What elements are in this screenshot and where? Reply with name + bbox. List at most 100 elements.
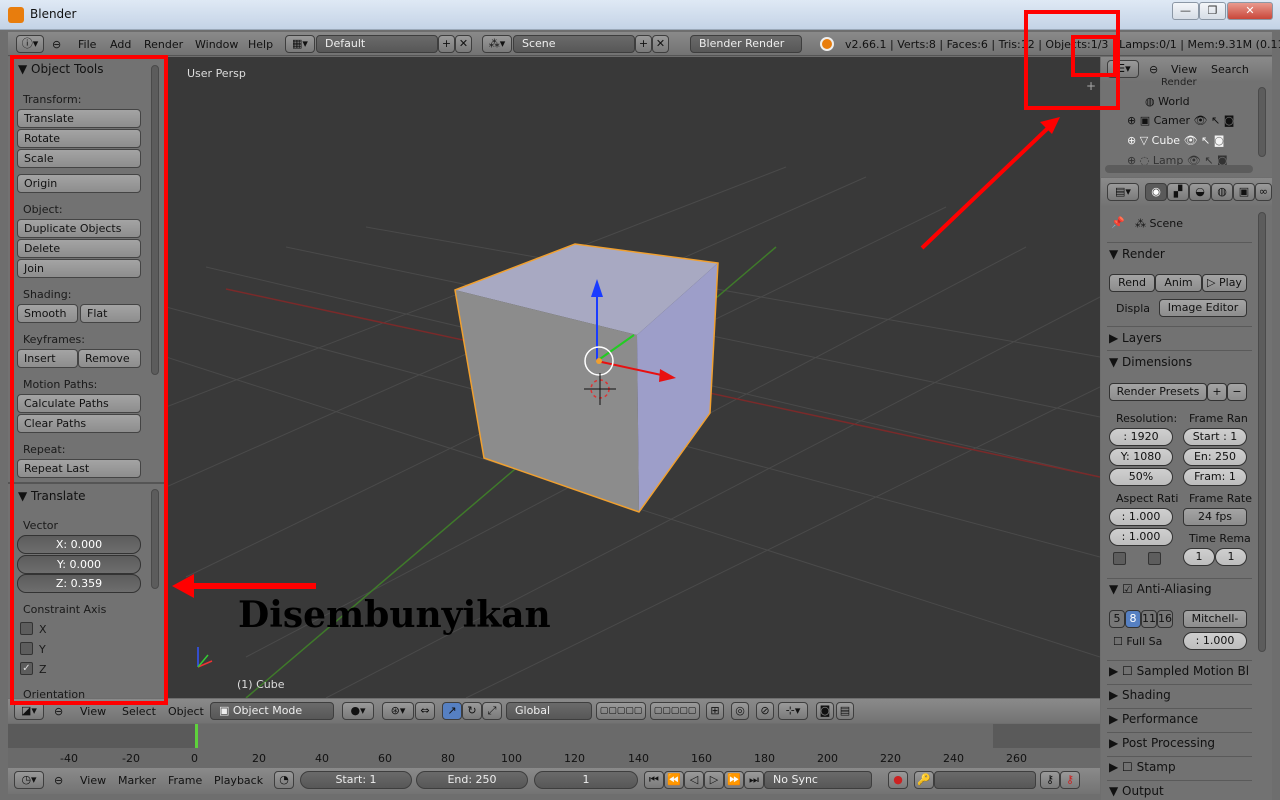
resolution-x-field[interactable]: : 1920: [1109, 428, 1173, 446]
menu-window[interactable]: Window: [195, 38, 238, 51]
insert-keyframe-icon[interactable]: ⚷: [1040, 771, 1060, 789]
render-engine-select[interactable]: Blender Render: [690, 35, 802, 53]
shading-panel-header[interactable]: ▶ Shading: [1109, 688, 1171, 702]
sync-mode-select[interactable]: No Sync: [764, 771, 872, 789]
add-layout-icon[interactable]: +: [438, 35, 455, 53]
full-sample-checkbox[interactable]: ☐ Full Sa: [1113, 635, 1162, 648]
delete-keyframe-icon[interactable]: ⚷: [1060, 771, 1080, 789]
viewport-shading-icon[interactable]: ●▾: [342, 702, 374, 720]
area-split-corner-icon[interactable]: +: [1086, 79, 1096, 93]
start-frame-field[interactable]: Start: 1: [300, 771, 412, 789]
insert-keyframe-button[interactable]: Insert: [17, 349, 78, 368]
close-button[interactable]: ✕: [1227, 2, 1273, 20]
transform-orientation-select[interactable]: Global: [506, 702, 592, 720]
play-icon[interactable]: ▷: [704, 771, 724, 789]
translate-operator-header[interactable]: ▼ Translate: [18, 489, 86, 503]
outliner-item-camera[interactable]: ⊕ ▣ Camer 👁 ↖ ◙: [1127, 114, 1234, 127]
aa-samples-5[interactable]: 5: [1109, 610, 1125, 628]
screen-layout-field[interactable]: Default: [316, 35, 438, 53]
layer-buttons-group-1[interactable]: ▢▢▢▢▢: [596, 702, 646, 720]
record-icon[interactable]: ●: [888, 771, 908, 789]
timeline-menu-view[interactable]: View: [80, 774, 106, 787]
outliner-search-menu[interactable]: Search: [1211, 63, 1249, 76]
aspect-y-field[interactable]: : 1.000: [1109, 528, 1173, 546]
rotate-manipulator-icon[interactable]: ↻: [462, 702, 482, 720]
manipulator-toggle-icon[interactable]: ⇔: [415, 702, 435, 720]
menu-file[interactable]: File: [78, 38, 96, 51]
object-tab-icon[interactable]: ▣: [1233, 183, 1255, 201]
time-remap-old-field[interactable]: 1: [1183, 548, 1215, 566]
time-remap-new-field[interactable]: 1: [1215, 548, 1247, 566]
motion-blur-panel-header[interactable]: ▶ ☐ Sampled Motion Bl: [1109, 664, 1249, 678]
scene-icon[interactable]: ⁂▾: [482, 35, 512, 53]
scene-field[interactable]: Scene: [513, 35, 635, 53]
origin-button[interactable]: Origin: [17, 174, 141, 193]
collapse-menu-icon[interactable]: ⊖: [52, 38, 61, 51]
timeline-editor-type-icon[interactable]: ◷▾: [14, 771, 44, 789]
constraints-tab-icon[interactable]: ∞: [1255, 183, 1272, 201]
dimensions-panel-header[interactable]: ▼ Dimensions: [1109, 355, 1192, 369]
menu-render[interactable]: Render: [144, 38, 183, 51]
pivot-point-icon[interactable]: ⊛▾: [382, 702, 414, 720]
end-frame-field[interactable]: End: 250: [416, 771, 528, 789]
snap-toggle-icon[interactable]: ⊘: [756, 702, 774, 720]
aspect-x-field[interactable]: : 1.000: [1109, 508, 1173, 526]
rotate-button[interactable]: Rotate: [17, 129, 141, 148]
anti-aliasing-panel-header[interactable]: ▼ ☑ Anti-Aliasing: [1109, 582, 1212, 596]
constraint-x-checkbox[interactable]: [20, 622, 33, 635]
frame-start-field[interactable]: Start : 1: [1183, 428, 1247, 446]
jump-start-icon[interactable]: ⏮: [644, 771, 664, 789]
outliner-view-menu[interactable]: View: [1171, 63, 1197, 76]
repeat-last-button[interactable]: Repeat Last: [17, 459, 141, 478]
render-animation-button[interactable]: Anim: [1155, 274, 1202, 292]
snap-element-icon[interactable]: ⊹▾: [778, 702, 808, 720]
timeline-collapse-icon[interactable]: ⊖: [54, 774, 63, 787]
outliner-editor-icon[interactable]: ☰▾: [1107, 60, 1139, 78]
post-processing-panel-header[interactable]: ▶ Post Processing: [1109, 736, 1215, 750]
constraint-z-checkbox[interactable]: ✓: [20, 662, 33, 675]
scale-button[interactable]: Scale: [17, 149, 141, 168]
render-image-button[interactable]: Rend: [1109, 274, 1155, 292]
remove-keyframe-button[interactable]: Remove: [78, 349, 141, 368]
play-animation-button[interactable]: ▷ Play: [1202, 274, 1247, 292]
layer-buttons-group-2[interactable]: ▢▢▢▢▢: [650, 702, 700, 720]
clear-paths-button[interactable]: Clear Paths: [17, 414, 141, 433]
timeline-menu-playback[interactable]: Playback: [214, 774, 263, 787]
3d-menu-object[interactable]: Object: [168, 705, 204, 718]
performance-panel-header[interactable]: ▶ Performance: [1109, 712, 1198, 726]
constraint-y-checkbox[interactable]: [20, 642, 33, 655]
delete-button[interactable]: Delete: [17, 239, 141, 258]
outliner-item-cube[interactable]: ⊕ ▽ Cube 👁 ↖ ◙: [1127, 134, 1224, 147]
display-select[interactable]: Image Editor: [1159, 299, 1247, 317]
scale-manipulator-icon[interactable]: ⤢: [482, 702, 502, 720]
smooth-button[interactable]: Smooth: [17, 304, 78, 323]
timeline-menu-frame[interactable]: Frame: [168, 774, 202, 787]
calculate-paths-button[interactable]: Calculate Paths: [17, 394, 141, 413]
vector-z-field[interactable]: Z: 0.359: [17, 574, 141, 593]
timeline-area[interactable]: -40 -20 0 20 40 60 80 100 120 140 160 18…: [8, 724, 1100, 768]
duplicate-objects-button[interactable]: Duplicate Objects: [17, 219, 141, 238]
vector-y-field[interactable]: Y: 0.000: [17, 555, 141, 574]
interaction-mode-select[interactable]: ▣ Object Mode: [210, 702, 334, 720]
flat-button[interactable]: Flat: [80, 304, 141, 323]
proportional-edit-icon[interactable]: ◎: [731, 702, 749, 720]
keying-set-icon[interactable]: 🔑: [914, 771, 934, 789]
current-frame-field[interactable]: 1: [534, 771, 638, 789]
render-layers-tab-icon[interactable]: ▞: [1167, 183, 1189, 201]
next-keyframe-icon[interactable]: ⏩: [724, 771, 744, 789]
outliner-v-scrollbar[interactable]: [1258, 87, 1266, 157]
render-tab-icon[interactable]: ◉: [1145, 183, 1167, 201]
3d-collapse-icon[interactable]: ⊖: [54, 705, 63, 718]
scene-tab-icon[interactable]: ◒: [1189, 183, 1211, 201]
operator-scrollbar[interactable]: [151, 489, 159, 589]
menu-help[interactable]: Help: [248, 38, 273, 51]
remove-layout-icon[interactable]: ✕: [455, 35, 472, 53]
aa-samples-8[interactable]: 8: [1125, 610, 1141, 628]
screen-layout-icon[interactable]: ▦▾: [285, 35, 315, 53]
resolution-percent-field[interactable]: 50%: [1109, 468, 1173, 486]
add-scene-icon[interactable]: +: [635, 35, 652, 53]
3d-menu-view[interactable]: View: [80, 705, 106, 718]
outliner-h-scrollbar[interactable]: [1105, 165, 1253, 173]
frame-step-field[interactable]: Fram: 1: [1183, 468, 1247, 486]
remove-scene-icon[interactable]: ✕: [652, 35, 669, 53]
